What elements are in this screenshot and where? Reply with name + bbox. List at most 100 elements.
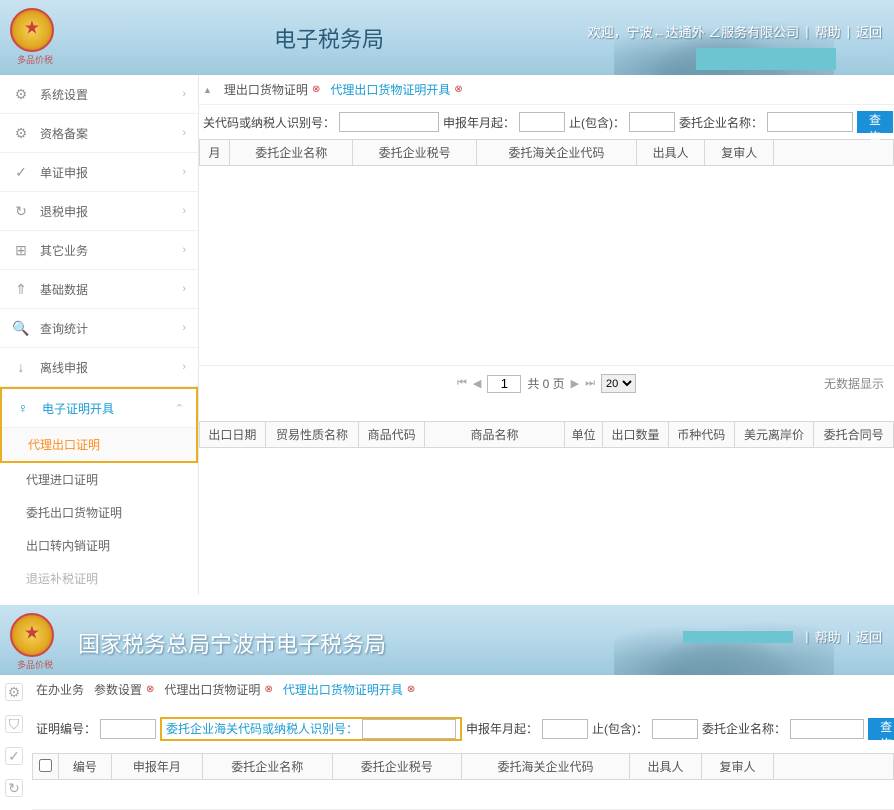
col-month: 月 — [200, 140, 230, 166]
page-prev-icon[interactable]: ◀ — [473, 377, 481, 390]
tab-goods-cert-issue[interactable]: 代理出口货物证明开具 ⊗ — [330, 81, 462, 98]
sidebar-system-settings[interactable]: ⚙ 系统设置 › — [0, 75, 198, 114]
mini-sidebar: ⚙ ⛉ ✓ ↻ — [0, 675, 28, 797]
col-tax-id: 委托企业税号 — [332, 754, 462, 780]
gear-icon: ⚙ — [12, 124, 30, 142]
select-all-checkbox[interactable] — [39, 759, 52, 772]
header-user-panel: | 帮助 | 返回 — [683, 627, 882, 646]
refresh-icon: ↻ — [12, 202, 30, 220]
tab-in-biz[interactable]: 在办业务 — [36, 681, 84, 698]
app-title-full: 国家税务总局宁波市电子税务局 — [78, 627, 386, 659]
start-month-input[interactable] — [519, 112, 565, 132]
start-month-label: 申报年月起： — [466, 720, 538, 737]
page-last-icon[interactable]: ⏭ — [585, 377, 595, 390]
cert-no-label: 证明编号： — [36, 720, 96, 737]
refresh-icon[interactable]: ↻ — [5, 779, 23, 797]
sidebar-ecert[interactable]: ♀ 电子证明开具 ⌃ — [2, 389, 196, 428]
col-export-date: 出口日期 — [200, 422, 266, 448]
grid-icon: ⊞ — [12, 241, 30, 259]
page-next-icon[interactable]: ▶ — [571, 377, 579, 390]
col-issuer: 出具人 — [636, 140, 705, 166]
sidebar-offline[interactable]: ↓ 离线申报 › — [0, 348, 198, 387]
sidebar-doc-declare[interactable]: ✓ 单证申报 › — [0, 153, 198, 192]
chart-icon: ⇑ — [12, 280, 30, 298]
tax-emblem-logo: ★ 多品价税 — [10, 613, 60, 663]
sidebar-sub-return-tax[interactable]: 退运补税证明 — [0, 562, 198, 595]
triangle-icon: ▲ — [203, 85, 212, 95]
tab-goods-cert[interactable]: 代理出口货物证明 ⊗ — [164, 681, 272, 698]
col-issuer: 出具人 — [629, 754, 701, 780]
search-button[interactable]: 查询 — [868, 718, 894, 740]
welcome-text: 欢迎，宁波←达通外 ∠服务有限公司 — [588, 22, 800, 41]
no-data-text: 无数据显示 — [824, 375, 884, 392]
tab-goods-cert[interactable]: 理出口货物证明 ⊗ — [224, 81, 320, 98]
sidebar-tax-refund[interactable]: ↻ 退税申报 › — [0, 192, 198, 231]
app-title: 电子税务局 — [274, 22, 384, 54]
tab-param[interactable]: 参数设置 ⊗ — [94, 681, 154, 698]
sidebar-base-data[interactable]: ⇑ 基础数据 › — [0, 270, 198, 309]
app-header: ★ 多品价税 国家税务总局宁波市电子税务局 | 帮助 | 返回 — [0, 605, 894, 675]
end-month-input[interactable] — [629, 112, 675, 132]
back-link[interactable]: 返回 — [856, 22, 882, 41]
tab-goods-cert-issue[interactable]: 代理出口货物证明开具 ⊗ — [283, 681, 415, 698]
col-customs-code: 委托海关企业代码 — [476, 140, 636, 166]
stamp-icon: ♀ — [14, 399, 32, 417]
customs-code-input[interactable] — [339, 112, 439, 132]
filter-bar: 关代码或纳税人识别号： 申报年月起： 止(包含)： 委托企业名称： 查询 打印 — [199, 105, 894, 139]
sidebar-qualification[interactable]: ⚙ 资格备案 › — [0, 114, 198, 153]
close-icon[interactable]: ⊗ — [312, 84, 320, 95]
start-month-label: 申报年月起： — [443, 114, 515, 131]
gear-icon[interactable]: ⚙ — [5, 683, 23, 701]
close-icon[interactable]: ⊗ — [454, 84, 462, 95]
app-header: ★ 多品价税 电子税务局 欢迎，宁波←达通外 ∠服务有限公司 | 帮助 | 返回 — [0, 0, 894, 75]
col-fob-usd: 美元离岸价 — [734, 422, 814, 448]
company-name-label: 委托企业名称： — [679, 114, 763, 131]
header-user-panel: 欢迎，宁波←达通外 ∠服务有限公司 | 帮助 | 返回 — [588, 22, 882, 41]
col-trade-type: 贸易性质名称 — [265, 422, 358, 448]
col-no: 编号 — [59, 754, 112, 780]
check-icon: ✓ — [12, 163, 30, 181]
back-link[interactable]: 返回 — [856, 627, 882, 646]
col-product-code: 商品代码 — [359, 422, 425, 448]
company-name-input[interactable] — [790, 719, 864, 739]
search-button[interactable]: 查询 — [857, 111, 893, 133]
col-customs-code: 委托海关企业代码 — [462, 754, 630, 780]
col-qty: 出口数量 — [603, 422, 669, 448]
sidebar-sub-export-domestic[interactable]: 出口转内销证明 — [0, 529, 198, 562]
page-size-select[interactable]: 20 — [601, 374, 636, 393]
sidebar-query-stats[interactable]: 🔍 查询统计 › — [0, 309, 198, 348]
help-link[interactable]: 帮助 — [815, 22, 841, 41]
sidebar-other-biz[interactable]: ⊞ 其它业务 › — [0, 231, 198, 270]
customs-code-label: 关代码或纳税人识别号： — [203, 114, 335, 131]
detail-grid: 出口日期 贸易性质名称 商品代码 商品名称 单位 出口数量 币种代码 美元离岸价… — [199, 421, 894, 448]
master-grid-body — [199, 166, 894, 366]
filter-bar: 证明编号： 委托企业海关代码或纳税人识别号： 申报年月起： 止(包含)： 委托企… — [32, 704, 894, 753]
end-month-label: 止(包含)： — [569, 114, 625, 131]
close-icon[interactable]: ⊗ — [407, 684, 415, 695]
sidebar-sub-import-proxy[interactable]: 代理进口证明 — [0, 463, 198, 496]
close-icon[interactable]: ⊗ — [264, 684, 272, 695]
shield-icon[interactable]: ⛉ — [5, 715, 23, 733]
customs-code-input[interactable] — [362, 719, 456, 739]
company-name-label: 委托企业名称： — [702, 720, 786, 737]
sidebar-sub-entrust-export[interactable]: 委托出口货物证明 — [0, 496, 198, 529]
check-icon[interactable]: ✓ — [5, 747, 23, 765]
company-name-input[interactable] — [767, 112, 853, 132]
page-first-icon[interactable]: ⏮ — [457, 377, 467, 390]
chevron-right-icon: › — [182, 88, 186, 100]
tab-bar: ▲ 理出口货物证明 ⊗ 代理出口货物证明开具 ⊗ — [199, 75, 894, 105]
close-icon[interactable]: ⊗ — [146, 684, 154, 695]
end-month-input[interactable] — [652, 719, 698, 739]
header-highlight-bar — [683, 631, 793, 643]
col-reviewer: 复审人 — [701, 754, 773, 780]
cert-no-input[interactable] — [100, 719, 156, 739]
master-grid-body — [32, 780, 894, 810]
customs-code-highlight: 委托企业海关代码或纳税人识别号： — [160, 717, 462, 741]
main-content: ▲ 理出口货物证明 ⊗ 代理出口货物证明开具 ⊗ 关代码或纳税人识别号： 申报年… — [199, 75, 894, 595]
col-product-name: 商品名称 — [425, 422, 565, 448]
col-period: 申报年月 — [111, 754, 202, 780]
sidebar-sub-export-proxy[interactable]: 代理出口证明 — [2, 428, 196, 461]
help-link[interactable]: 帮助 — [815, 627, 841, 646]
page-input[interactable] — [487, 375, 521, 393]
start-month-input[interactable] — [542, 719, 588, 739]
